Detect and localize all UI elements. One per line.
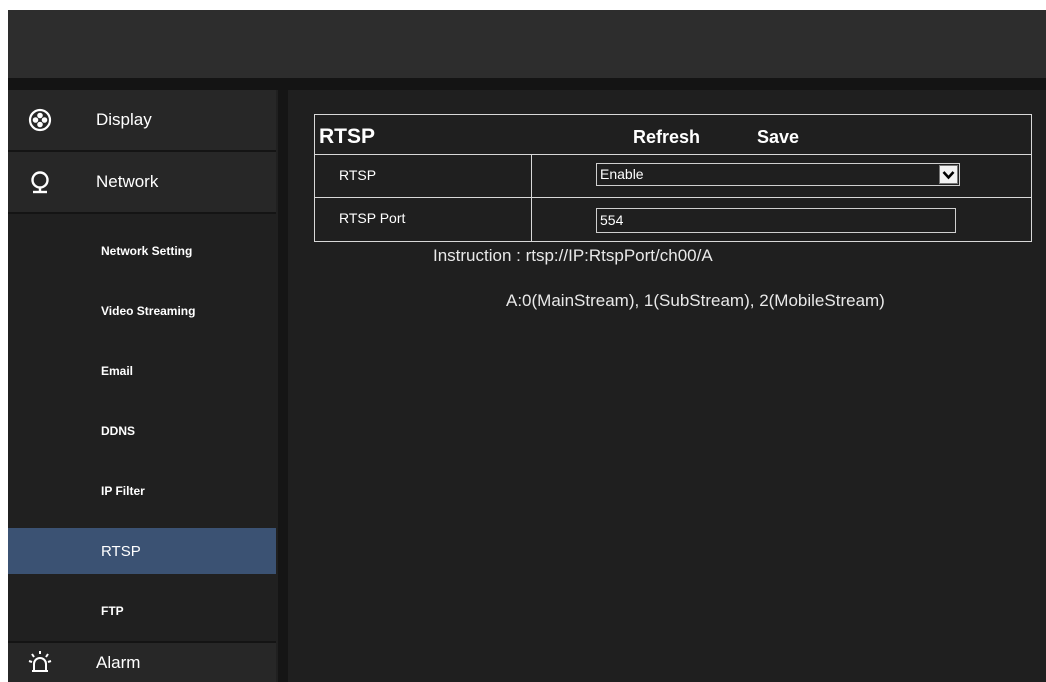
- sidebar-item-label: Display: [96, 110, 152, 129]
- select-value: Enable: [600, 166, 644, 182]
- row-label-cell: RTSP Port: [315, 198, 532, 241]
- sidebar-item-label: IP Filter: [101, 484, 145, 498]
- row-label: RTSP: [339, 167, 377, 183]
- display-icon: [26, 106, 54, 134]
- sidebar-item-label: Video Streaming: [101, 304, 196, 318]
- sidebar-item-alarm[interactable]: Alarm: [8, 643, 276, 682]
- field-value: 554: [600, 212, 624, 228]
- sidebar-item-network[interactable]: Network: [8, 152, 276, 212]
- row-label-cell: RTSP: [315, 155, 532, 197]
- sidebar-item-rtsp[interactable]: RTSP: [8, 528, 276, 574]
- sidebar-item-email[interactable]: Email: [8, 348, 276, 394]
- rtsp-enable-select[interactable]: Enable: [596, 163, 960, 186]
- top-bar: [8, 10, 1046, 78]
- sidebar-item-label: RTSP: [101, 542, 141, 560]
- table-row: RTSP Enable: [315, 155, 1031, 198]
- instruction-text: Instruction : rtsp://IP:RtspPort/ch00/A: [433, 246, 713, 265]
- table-header: RTSP Refresh Save: [315, 115, 1031, 155]
- sidebar-item-network-setting[interactable]: Network Setting: [8, 228, 276, 274]
- sidebar-item-label: Alarm: [96, 653, 141, 672]
- main-content: RTSP Refresh Save RTSP Enable RTSP Port …: [288, 90, 1046, 682]
- sidebar-item-display[interactable]: Display: [8, 90, 276, 150]
- save-button[interactable]: Save: [757, 127, 799, 148]
- sidebar-item-label: FTP: [101, 604, 124, 618]
- sidebar-item-ip-filter[interactable]: IP Filter: [8, 468, 276, 514]
- sidebar-item-label: Network: [96, 172, 159, 191]
- rtsp-settings-table: RTSP Refresh Save RTSP Enable RTSP Port …: [314, 114, 1032, 242]
- sidebar-item-ftp[interactable]: FTP: [8, 588, 276, 634]
- stream-legend-text: A:0(MainStream), 1(SubStream), 2(MobileS…: [506, 291, 885, 310]
- sidebar-item-video-streaming[interactable]: Video Streaming: [8, 288, 276, 334]
- panel-divider: [278, 90, 288, 682]
- table-row: RTSP Port 554: [315, 198, 1031, 241]
- chevron-down-icon[interactable]: [939, 165, 958, 184]
- sidebar-item-label: Email: [101, 364, 134, 378]
- divider: [8, 212, 276, 214]
- sidebar-item-label: Network Setting: [101, 244, 193, 258]
- top-divider: [8, 78, 1046, 90]
- sidebar-item-ddns[interactable]: DDNS: [8, 408, 276, 454]
- sidebar-item-label: DDNS: [101, 424, 136, 438]
- sidebar: Display Network Network Setting Video St…: [8, 90, 278, 682]
- panel-title: RTSP: [319, 125, 376, 148]
- rtsp-port-field[interactable]: 554: [596, 208, 956, 233]
- app-frame: Display Network Network Setting Video St…: [8, 10, 1046, 682]
- alarm-icon: [26, 649, 54, 677]
- row-label: RTSP Port: [339, 210, 406, 226]
- refresh-button[interactable]: Refresh: [633, 127, 700, 148]
- network-icon: [26, 168, 54, 196]
